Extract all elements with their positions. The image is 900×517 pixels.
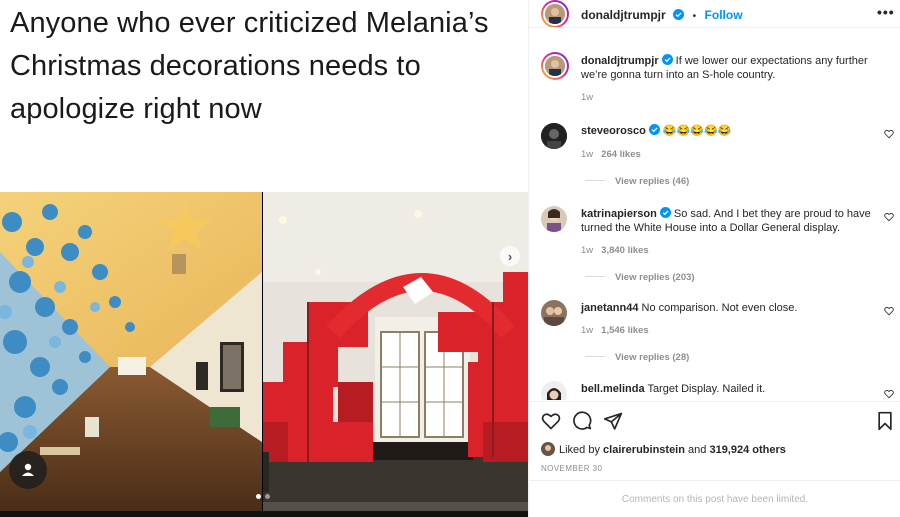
liked-by-summary: Liked by clairerubinstein and 319,924 ot… — [541, 442, 786, 456]
verified-badge-icon — [648, 124, 660, 135]
liked-by-and: and — [688, 444, 707, 456]
comment-meta: 1w 3,840 likes — [581, 245, 649, 256]
comment-likes[interactable]: 1,546 likes — [601, 325, 649, 336]
comment-body: No comparison. Not even close. — [641, 302, 798, 314]
post-sidebar: donaldjtrumpjr • Follow ••• donaldjtrump… — [528, 0, 900, 517]
comment-meta: 1w 1,546 likes — [581, 325, 649, 336]
comment-body: Target Display. Nailed it. — [647, 383, 766, 395]
comment-text: katrinapierson So sad. And I bet they ar… — [581, 207, 881, 235]
meme-caption-line: Christmas decorations needs to — [10, 50, 421, 82]
commenter-avatar[interactable] — [541, 300, 567, 326]
comment-text: bell.melinda Target Display. Nailed it. — [581, 382, 881, 396]
liker-avatar[interactable] — [541, 442, 555, 456]
post-date[interactable]: NOVEMBER 30 — [541, 464, 602, 473]
comment-text: steveorosco 😂😂😂😂😂 — [581, 124, 881, 138]
comment-likes[interactable]: 3,840 likes — [601, 245, 649, 256]
follow-button[interactable]: Follow — [705, 8, 743, 22]
heart-outline-icon[interactable] — [884, 212, 894, 222]
comment-username[interactable]: katrinapierson — [581, 208, 657, 220]
verified-badge-icon — [659, 207, 671, 218]
view-replies-button[interactable]: View replies (46) — [585, 176, 689, 187]
comments-limited-notice: Comments on this post have been limited. — [529, 480, 900, 517]
comment-meta: 1w 264 likes — [581, 149, 641, 160]
commenter-avatar[interactable] — [541, 381, 567, 400]
heart-outline-icon[interactable] — [884, 306, 894, 316]
caption-username[interactable]: donaldjtrumpjr — [581, 55, 659, 67]
verified-badge-icon — [661, 54, 673, 65]
comment-likes[interactable]: 264 likes — [601, 149, 641, 160]
comment-username[interactable]: steveorosco — [581, 125, 646, 137]
carousel-dot-active — [256, 494, 261, 499]
meme-caption-line: apologize right now — [10, 93, 262, 125]
liked-by-others[interactable]: 319,924 others — [709, 444, 785, 456]
post-header: donaldjtrumpjr • Follow ••• — [529, 0, 900, 28]
caption-text: donaldjtrumpjr If we lower our expectati… — [581, 54, 881, 82]
comment-time: 1w — [581, 245, 594, 256]
carousel-dots — [256, 494, 270, 499]
verified-badge-icon — [673, 9, 685, 20]
bookmark-icon[interactable] — [875, 411, 895, 431]
comment-time: 1w — [581, 325, 594, 336]
liked-by-prefix: Liked by — [559, 444, 600, 456]
meme-caption: Anyone who ever criticized Melania’s Chr… — [0, 0, 528, 192]
next-slide-button[interactable]: › — [500, 246, 520, 266]
caption-time: 1w — [581, 92, 594, 103]
heart-outline-icon[interactable] — [884, 129, 894, 139]
meme-caption-line: Anyone who ever criticized Melania’s — [10, 7, 489, 39]
carousel-dot — [265, 494, 270, 499]
heart-outline-icon[interactable] — [884, 389, 894, 399]
comment-time: 1w — [581, 149, 594, 160]
comment-username[interactable]: bell.melinda — [581, 383, 645, 395]
view-replies-button[interactable]: View replies (203) — [585, 272, 695, 283]
action-bar — [529, 401, 900, 441]
commenter-avatar[interactable] — [541, 206, 567, 232]
comment-username[interactable]: janetann44 — [581, 302, 638, 314]
heart-icon[interactable] — [541, 411, 561, 431]
comments-list: donaldjtrumpjr If we lower our expectati… — [529, 28, 900, 400]
comment-icon[interactable] — [572, 411, 592, 431]
gift-door-photo — [263, 192, 528, 511]
chevron-right-icon: › — [507, 248, 513, 264]
share-icon[interactable] — [603, 411, 623, 431]
comment-text: janetann44 No comparison. Not even close… — [581, 301, 881, 315]
tagged-users-button[interactable] — [9, 451, 47, 489]
author-username[interactable]: donaldjtrumpjr — [581, 8, 666, 22]
view-replies-button[interactable]: View replies (28) — [585, 352, 689, 363]
person-icon — [22, 463, 34, 476]
media-bottom-strip — [0, 511, 528, 517]
caption-avatar[interactable] — [541, 52, 569, 80]
separator-dot: • — [692, 11, 697, 22]
post-media: Anyone who ever criticized Melania’s Chr… — [0, 0, 528, 517]
author-avatar[interactable] — [541, 0, 569, 28]
more-dots-icon[interactable]: ••• — [877, 4, 895, 20]
liked-by-user[interactable]: clairerubinstein — [603, 444, 685, 456]
commenter-avatar[interactable] — [541, 123, 567, 149]
comment-body: 😂😂😂😂😂 — [662, 125, 732, 137]
